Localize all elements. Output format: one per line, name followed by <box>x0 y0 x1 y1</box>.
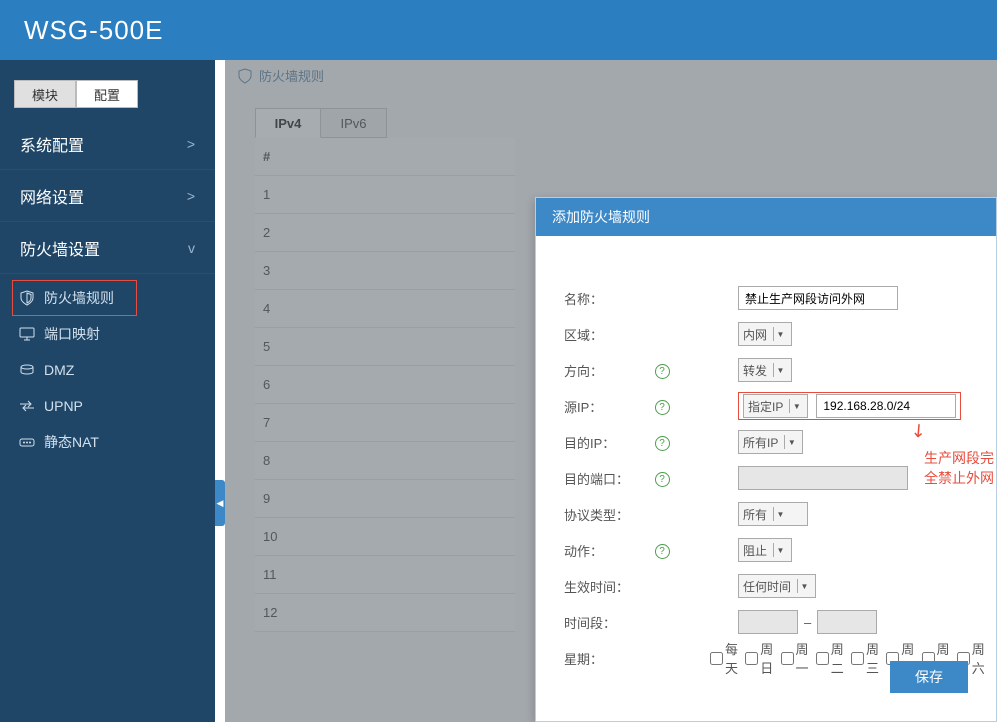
nav-section-network[interactable]: 网络设置 > <box>0 170 215 222</box>
nav-label: 系统配置 <box>20 132 84 156</box>
sidebar-item-dmz[interactable]: DMZ <box>0 352 215 388</box>
time-from-input[interactable] <box>738 610 798 634</box>
label-direction: 方向： <box>564 361 650 380</box>
label-zone: 区域： <box>564 325 650 344</box>
nat-icon <box>18 434 36 450</box>
src-ip-mode-select[interactable]: 指定IP▼ <box>743 394 808 418</box>
label-dst-ip: 目的IP： <box>564 433 650 452</box>
row-eff-time: 生效时间： 任何时间▼ <box>564 568 986 604</box>
help-icon[interactable]: ? <box>655 436 670 451</box>
weekday-checkbox[interactable] <box>851 652 864 665</box>
dmz-icon <box>18 362 36 378</box>
row-name: 名称： <box>564 280 986 316</box>
row-dst-port: 目的端口： ? <box>564 460 986 496</box>
weekday-checkbox[interactable] <box>710 652 723 665</box>
row-src-ip: 源IP： ? 指定IP▼ <box>564 388 986 424</box>
monitor-icon <box>18 326 36 342</box>
sidebar-item-portmap[interactable]: 端口映射 <box>0 316 215 352</box>
proto-select[interactable]: 所有▼ <box>738 502 808 526</box>
row-direction: 方向： ? 转发▼ <box>564 352 986 388</box>
weekday-option[interactable]: 周一 <box>781 639 810 677</box>
chevron-down-icon: ▼ <box>773 363 787 377</box>
row-proto: 协议类型： 所有▼ <box>564 496 986 532</box>
weekday-option[interactable]: 周二 <box>816 639 845 677</box>
label-eff-time: 生效时间： <box>564 577 650 596</box>
dst-ip-select[interactable]: 所有IP▼ <box>738 430 803 454</box>
shield-icon <box>18 290 36 306</box>
chevron-down-icon: ▼ <box>789 399 803 413</box>
name-input[interactable] <box>738 286 898 310</box>
help-icon[interactable]: ? <box>655 400 670 415</box>
sidebar-item-firewall-rules[interactable]: 防火墙规则 <box>0 280 215 316</box>
nav-section-firewall[interactable]: 防火墙设置 v <box>0 222 215 274</box>
chevron-down-icon: v <box>188 240 195 256</box>
sidebar-item-label: DMZ <box>44 362 74 378</box>
sidebar-tabs: 模块 配置 <box>14 80 215 108</box>
sidebar-item-label: 静态NAT <box>44 432 99 452</box>
label-proto: 协议类型： <box>564 505 650 524</box>
sidebar-tab-config[interactable]: 配置 <box>76 80 138 108</box>
nav-section-system[interactable]: 系统配置 > <box>0 118 215 170</box>
chevron-down-icon: ▼ <box>773 327 787 341</box>
help-icon[interactable]: ? <box>655 364 670 379</box>
label-weekdays: 星期： <box>564 649 628 668</box>
label-dst-port: 目的端口： <box>564 469 650 488</box>
main-content: 防火墙规则 IPv4 IPv6 # 1 2 3 4 5 6 7 8 9 10 1… <box>225 60 997 722</box>
row-time-range: 时间段： – <box>564 604 986 640</box>
nav-sub-firewall: 防火墙规则 端口映射 DMZ UPNP 静态NAT <box>0 274 215 466</box>
eff-time-select[interactable]: 任何时间▼ <box>738 574 816 598</box>
sidebar-item-upnp[interactable]: UPNP <box>0 388 215 424</box>
add-rule-modal: 添加防火墙规则 名称： 区域： 内网▼ 方向： ? 转发▼ <box>535 197 997 722</box>
weekday-checkbox[interactable] <box>745 652 758 665</box>
action-select[interactable]: 阻止▼ <box>738 538 792 562</box>
app-header: WSG-500E <box>0 0 997 60</box>
zone-select[interactable]: 内网▼ <box>738 322 792 346</box>
sidebar-item-label: 防火墙规则 <box>44 288 114 308</box>
chevron-down-icon: ▼ <box>773 507 787 521</box>
help-icon[interactable]: ? <box>655 472 670 487</box>
weekday-option[interactable]: 周三 <box>851 639 880 677</box>
chevron-right-icon: > <box>187 136 195 152</box>
weekday-option[interactable]: 周日 <box>745 639 774 677</box>
sidebar-item-label: 端口映射 <box>44 324 100 344</box>
time-to-input[interactable] <box>817 610 877 634</box>
nav-label: 网络设置 <box>20 184 84 208</box>
weekday-option[interactable]: 每天 <box>710 639 739 677</box>
sidebar: 模块 配置 系统配置 > 网络设置 > 防火墙设置 v 防火墙规则 端口映射 <box>0 60 215 722</box>
nav-label: 防火墙设置 <box>20 236 100 260</box>
label-name: 名称： <box>564 289 650 308</box>
weekday-checkbox[interactable] <box>816 652 829 665</box>
dst-port-input[interactable] <box>738 466 908 490</box>
label-action: 动作： <box>564 541 650 560</box>
src-ip-input[interactable] <box>816 394 956 418</box>
help-icon[interactable]: ? <box>655 544 670 559</box>
chevron-down-icon: ▼ <box>784 435 798 449</box>
src-ip-highlight: 指定IP▼ <box>738 392 961 420</box>
label-src-ip: 源IP： <box>564 397 650 416</box>
app-title: WSG-500E <box>24 15 164 46</box>
label-time-range: 时间段： <box>564 613 650 632</box>
chevron-down-icon: ▼ <box>797 579 811 593</box>
chevron-down-icon: ▼ <box>773 543 787 557</box>
sidebar-item-label: UPNP <box>44 398 83 414</box>
modal-body: 名称： 区域： 内网▼ 方向： ? 转发▼ 源IP： ? <box>536 236 996 686</box>
row-dst-ip: 目的IP： ? 所有IP▼ <box>564 424 986 460</box>
direction-select[interactable]: 转发▼ <box>738 358 792 382</box>
sidebar-tab-module[interactable]: 模块 <box>14 80 76 108</box>
modal-title: 添加防火墙规则 <box>536 198 996 236</box>
range-separator: – <box>804 615 811 630</box>
row-zone: 区域： 内网▼ <box>564 316 986 352</box>
row-action: 动作： ? 阻止▼ <box>564 532 986 568</box>
weekday-checkbox[interactable] <box>781 652 794 665</box>
sidebar-collapse-handle[interactable]: ◀ <box>215 480 225 526</box>
chevron-right-icon: > <box>187 188 195 204</box>
sidebar-item-snat[interactable]: 静态NAT <box>0 424 215 460</box>
save-button[interactable]: 保存 <box>890 661 968 693</box>
swap-icon <box>18 398 36 414</box>
